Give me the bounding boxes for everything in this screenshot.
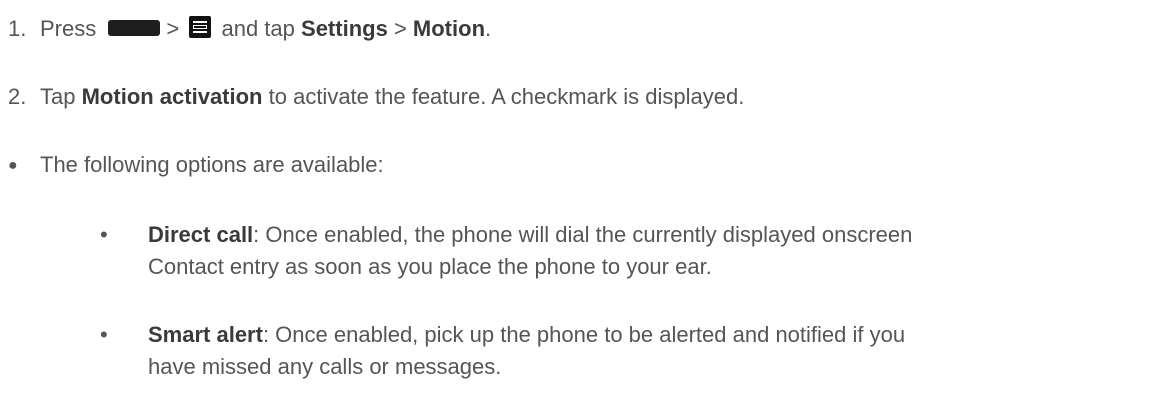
option-name: Direct call [148, 222, 254, 247]
option-line: Contact entry as soon as you place the p… [148, 254, 712, 279]
motion-activation-label: Motion activation [81, 84, 263, 109]
separator: > [166, 16, 180, 41]
step-text: Press [40, 16, 97, 41]
step-text: to activate the feature. A checkmark is … [268, 84, 745, 109]
option-name: Smart alert [148, 322, 263, 347]
home-key-icon [108, 20, 161, 37]
sub-bullet-marker: • [100, 322, 108, 347]
option-line: Direct call: Once enabled, the phone wil… [148, 222, 912, 248]
settings-label: Settings [301, 16, 388, 41]
step-2: 2. Tap Motion activation to activate the … [8, 84, 744, 110]
menu-key-icon [189, 16, 212, 39]
step-text: and tap [221, 16, 295, 41]
step-number: 2. [8, 84, 27, 109]
step-number: 1. [8, 16, 27, 41]
option-line: have missed any calls or messages. [148, 354, 502, 379]
step-text: Tap [40, 84, 76, 109]
sub-bullet-marker: • [100, 222, 108, 247]
bullet-text: The following options are available: [40, 152, 384, 177]
option-line: Smart alert: Once enabled, pick up the p… [148, 322, 905, 348]
motion-label: Motion [412, 16, 486, 41]
period: . [485, 16, 492, 41]
option-description: : Once enabled, pick up the phone to be … [262, 322, 906, 347]
option-description: : Once enabled, the phone will dial the … [253, 222, 913, 247]
bullet-item: ● The following options are available: [8, 152, 384, 181]
separator: > [393, 16, 407, 41]
bullet-marker: ● [8, 157, 18, 174]
step-1: 1. Press > and tap Settings > Motion. [8, 16, 491, 42]
